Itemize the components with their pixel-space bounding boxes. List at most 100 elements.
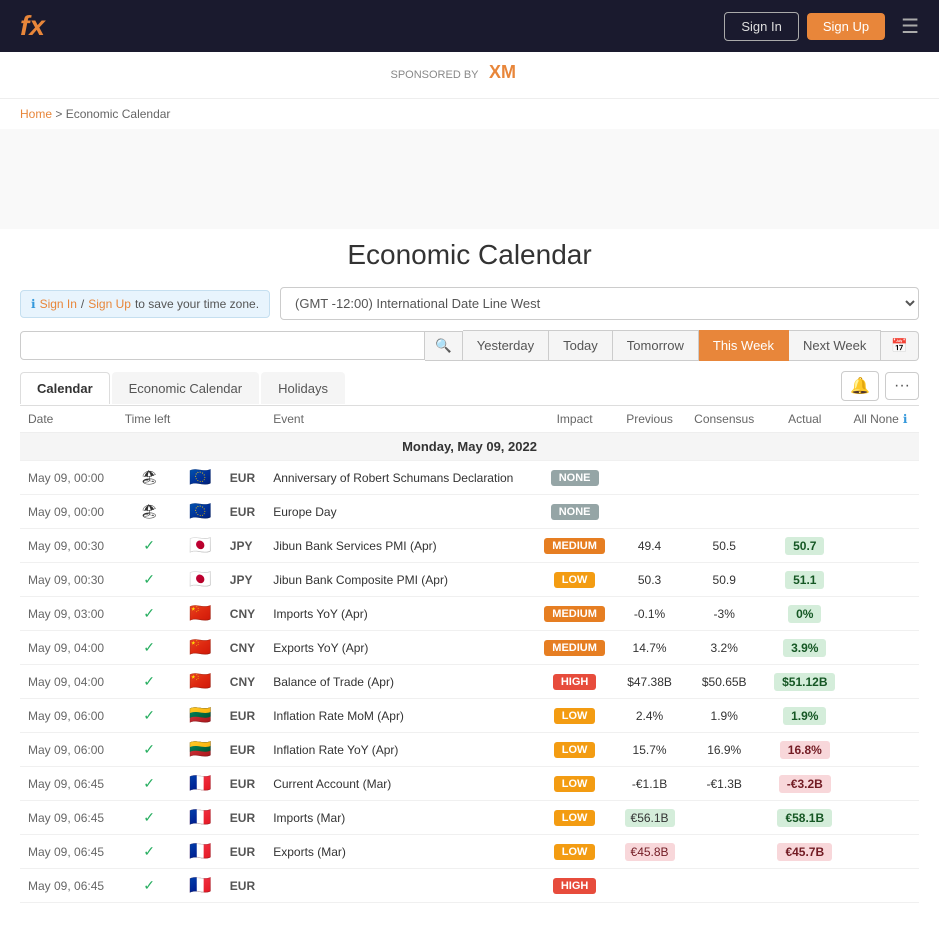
today-button[interactable]: Today xyxy=(549,330,613,361)
actual-cell: 16.8% xyxy=(764,733,845,767)
impact-badge: NONE xyxy=(551,504,599,520)
flag-cell: 🇨🇳 xyxy=(181,631,221,665)
previous-cell xyxy=(615,869,684,903)
notification-cell xyxy=(845,665,919,699)
consensus-cell: 16.9% xyxy=(684,733,764,767)
date-cell: May 09, 04:00 xyxy=(20,665,117,699)
impact-badge: MEDIUM xyxy=(544,640,605,656)
col-header-actual: Actual xyxy=(764,406,845,433)
tomorrow-button[interactable]: Tomorrow xyxy=(613,330,699,361)
previous-value: 50.3 xyxy=(638,573,661,587)
breadcrumb: Home > Economic Calendar xyxy=(0,99,939,129)
holiday-icon: 🏖 xyxy=(140,503,158,519)
event-cell: Imports YoY (Apr) xyxy=(265,597,534,631)
currency-cell: CNY xyxy=(222,631,265,665)
timezone-info: ℹ Sign In / Sign Up to save your time zo… xyxy=(20,290,270,318)
actual-value: 50.7 xyxy=(785,537,824,555)
event-cell: Exports (Mar) xyxy=(265,835,534,869)
search-button[interactable]: 🔍 xyxy=(425,331,463,361)
col-header-all-none[interactable]: All None ℹ xyxy=(845,406,919,433)
impact-badge: NONE xyxy=(551,470,599,486)
time-left-cell: ✓ xyxy=(117,801,182,835)
more-options-button[interactable]: ··· xyxy=(885,372,919,400)
tab-calendar[interactable]: Calendar xyxy=(20,372,110,404)
search-input[interactable] xyxy=(20,331,425,360)
consensus-value: 16.9% xyxy=(707,743,741,757)
col-header-previous: Previous xyxy=(615,406,684,433)
notification-cell xyxy=(845,835,919,869)
currency-cell: EUR xyxy=(222,495,265,529)
timezone-signup-link[interactable]: Sign Up xyxy=(88,297,131,311)
flag-cell: 🇯🇵 xyxy=(181,529,221,563)
previous-cell: 15.7% xyxy=(615,733,684,767)
date-cell: May 09, 00:00 xyxy=(20,495,117,529)
ad-space xyxy=(0,129,939,229)
timezone-select[interactable]: (GMT -12:00) International Date Line Wes… xyxy=(280,287,919,320)
currency-cell: EUR xyxy=(222,767,265,801)
col-header-currency xyxy=(222,406,265,433)
previous-value: -0.1% xyxy=(634,607,665,621)
consensus-value: 3.2% xyxy=(711,641,738,655)
date-cell: May 09, 00:00 xyxy=(20,461,117,495)
tab-holidays[interactable]: Holidays xyxy=(261,372,345,404)
impact-cell: LOW xyxy=(534,699,615,733)
next-week-button[interactable]: Next Week xyxy=(789,330,881,361)
signup-button[interactable]: Sign Up xyxy=(807,13,885,40)
actual-value: 3.9% xyxy=(783,639,826,657)
event-cell: Europe Day xyxy=(265,495,534,529)
sponsor-label: SPONSORED BY xyxy=(390,69,478,81)
notification-cell xyxy=(845,699,919,733)
check-icon: ✓ xyxy=(143,707,155,723)
breadcrumb-home-link[interactable]: Home xyxy=(20,107,52,121)
this-week-button[interactable]: This Week xyxy=(699,330,789,361)
signin-button[interactable]: Sign In xyxy=(724,12,798,41)
timezone-signin-link[interactable]: Sign In xyxy=(40,297,77,311)
impact-badge: LOW xyxy=(554,776,596,792)
flag-cell: 🇫🇷 xyxy=(181,869,221,903)
consensus-cell xyxy=(684,461,764,495)
tab-economic-calendar[interactable]: Economic Calendar xyxy=(112,372,259,404)
notifications-button[interactable]: 🔔 xyxy=(841,371,879,401)
consensus-value: 1.9% xyxy=(711,709,738,723)
yesterday-button[interactable]: Yesterday xyxy=(463,330,549,361)
previous-value: €56.1B xyxy=(625,809,675,827)
flag-cell: 🇯🇵 xyxy=(181,563,221,597)
breadcrumb-separator: > xyxy=(55,107,65,121)
hamburger-menu-button[interactable]: ☰ xyxy=(901,14,919,39)
sponsor-bar: SPONSORED BY XM xyxy=(0,52,939,99)
actual-value: €58.1B xyxy=(777,809,832,827)
date-cell: May 09, 00:30 xyxy=(20,563,117,597)
currency-cell: EUR xyxy=(222,699,265,733)
date-cell: May 09, 04:00 xyxy=(20,631,117,665)
table-row: May 09, 06:45 ✓ 🇫🇷 EUR Exports (Mar) LOW… xyxy=(20,835,919,869)
calendar-picker-button[interactable]: 📅 xyxy=(881,331,919,361)
event-cell: Jibun Bank Services PMI (Apr) xyxy=(265,529,534,563)
actual-value: 1.9% xyxy=(783,707,826,725)
tab-icons: 🔔 ··· xyxy=(841,371,919,405)
table-row: May 09, 06:00 ✓ 🇱🇹 EUR Inflation Rate Yo… xyxy=(20,733,919,767)
previous-cell: €45.8B xyxy=(615,835,684,869)
flag-cell: 🇫🇷 xyxy=(181,801,221,835)
actual-cell: €45.7B xyxy=(764,835,845,869)
impact-badge: LOW xyxy=(554,810,596,826)
all-none-header[interactable]: All None ℹ xyxy=(853,412,911,426)
col-header-event: Event xyxy=(265,406,534,433)
event-cell xyxy=(265,869,534,903)
date-cell: May 09, 00:30 xyxy=(20,529,117,563)
previous-cell: -0.1% xyxy=(615,597,684,631)
check-icon: ✓ xyxy=(143,809,155,825)
impact-cell: LOW xyxy=(534,563,615,597)
tabs-container: Calendar Economic Calendar Holidays xyxy=(20,372,347,404)
table-row: May 09, 00:30 ✓ 🇯🇵 JPY Jibun Bank Compos… xyxy=(20,563,919,597)
currency-cell: CNY xyxy=(222,597,265,631)
check-icon: ✓ xyxy=(143,537,155,553)
impact-cell: MEDIUM xyxy=(534,529,615,563)
holiday-icon: 🏖 xyxy=(140,469,158,485)
currency-cell: JPY xyxy=(222,529,265,563)
date-cell: May 09, 06:45 xyxy=(20,767,117,801)
consensus-cell: 3.2% xyxy=(684,631,764,665)
previous-value: 49.4 xyxy=(638,539,661,553)
table-row: May 09, 06:00 ✓ 🇱🇹 EUR Inflation Rate Mo… xyxy=(20,699,919,733)
event-cell: Inflation Rate YoY (Apr) xyxy=(265,733,534,767)
time-left-cell: ✓ xyxy=(117,665,182,699)
